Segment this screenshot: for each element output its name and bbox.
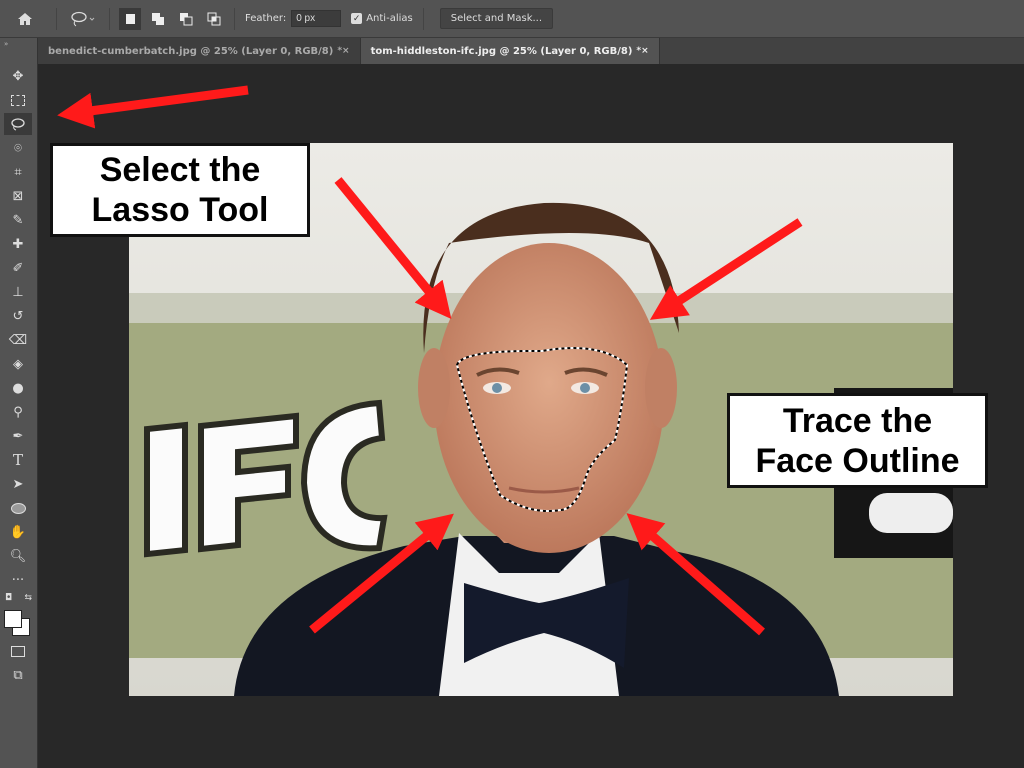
callout-line: Lasso Tool [91, 191, 269, 229]
annotation-arrows [57, 85, 803, 636]
callout-line: Face Outline [755, 441, 960, 480]
arrow-to-lasso [57, 85, 249, 129]
arrow-chin-right [626, 513, 765, 636]
callout-trace-face: Trace the Face Outline [727, 393, 988, 488]
arrow-chin-left [309, 513, 454, 634]
arrow-forehead-left [334, 177, 452, 319]
arrow-forehead-right [649, 218, 803, 320]
callout-line: Trace the [782, 401, 933, 440]
callout-line: Select the [99, 151, 261, 189]
callout-select-lasso: Select the Lasso Tool [50, 143, 310, 237]
